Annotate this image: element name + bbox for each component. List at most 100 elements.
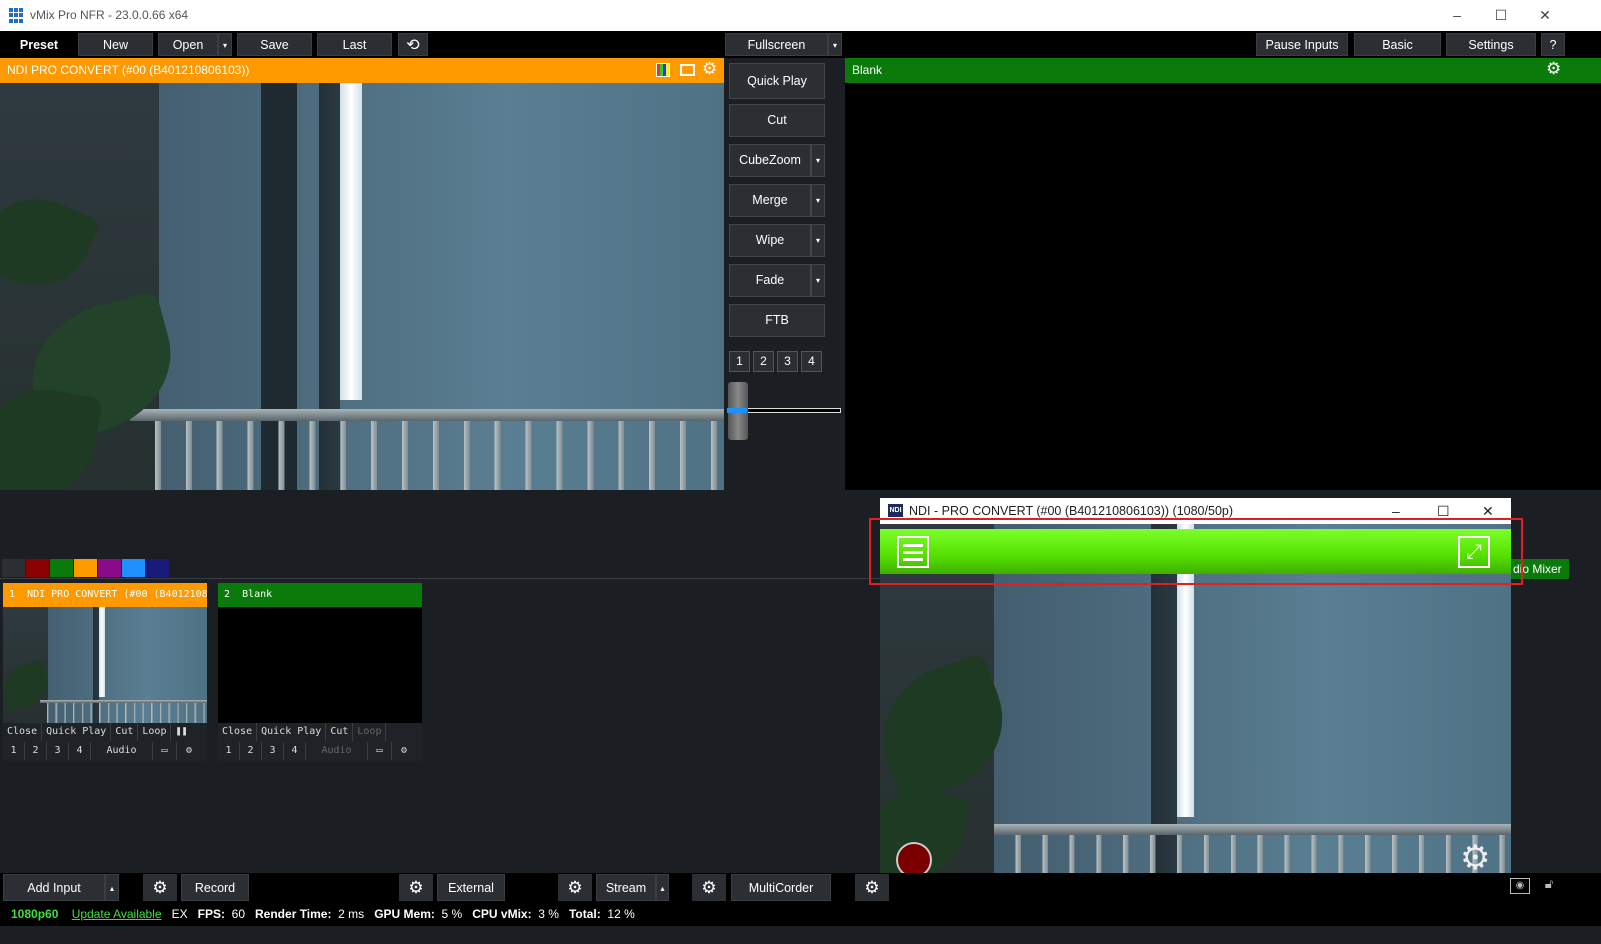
record-button[interactable]: Record	[181, 874, 249, 901]
help-button[interactable]: ?	[1541, 33, 1565, 56]
fade-button[interactable]: Fade	[729, 264, 811, 297]
close-button[interactable]: ✕	[1531, 4, 1559, 26]
program-gear-icon[interactable]: ⚙	[1546, 59, 1561, 79]
external-gear-icon[interactable]: ⚙	[399, 874, 433, 901]
input-1-buttons: Close Quick Play Cut Loop ❚❚	[3, 723, 207, 741]
cubezoom-dropdown[interactable]: ▾	[811, 144, 825, 177]
input-2-slot-3[interactable]: 3	[262, 742, 284, 760]
overlay-icon[interactable]	[680, 64, 695, 76]
swatch-red[interactable]	[26, 559, 49, 577]
preset-button[interactable]: Preset	[2, 33, 76, 56]
open-dropdown-button[interactable]: ▾	[218, 33, 232, 56]
program-header: Blank	[845, 58, 1601, 83]
minimize-button[interactable]: –	[1443, 4, 1471, 26]
input-tile-1[interactable]: 1 NDI PRO CONVERT (#00 (B401210806103)) …	[3, 583, 207, 761]
input-2-header[interactable]: 2 Blank	[218, 583, 422, 607]
input-1-gear-icon[interactable]: ⚙	[177, 742, 201, 760]
extra-gear-icon[interactable]: ⚙	[855, 874, 889, 901]
input-1-quickplay-button[interactable]: Quick Play	[42, 723, 112, 741]
input-2-cut-button[interactable]: Cut	[326, 723, 354, 741]
ndi-logo-icon: NDI	[888, 504, 903, 517]
ndi-settings-gear-icon[interactable]: ⚙	[1460, 838, 1490, 878]
cubezoom-button[interactable]: CubeZoom	[729, 144, 811, 177]
transition-2-button[interactable]: 2	[753, 351, 774, 372]
input-1-audio-button[interactable]: Audio	[91, 742, 153, 760]
cpu-vmix-label: CPU vMix:	[472, 907, 532, 921]
external-button[interactable]: External	[437, 874, 505, 901]
stream-dropdown[interactable]: ▴	[656, 874, 669, 901]
quick-play-button[interactable]: Quick Play	[729, 63, 825, 99]
status-format: 1080p60	[11, 907, 59, 921]
input-1-close-button[interactable]: Close	[3, 723, 43, 741]
swatch-green[interactable]	[50, 559, 73, 577]
merge-dropdown[interactable]: ▾	[811, 184, 825, 217]
input-1-loop-button[interactable]: Loop	[138, 723, 172, 741]
preview-gear-icon[interactable]: ⚙	[702, 59, 717, 79]
save-button[interactable]: Save	[237, 33, 312, 56]
ftb-button[interactable]: FTB	[729, 304, 825, 337]
total-label: Total:	[568, 907, 601, 921]
input-2-slot-4[interactable]: 4	[284, 742, 306, 760]
wipe-dropdown[interactable]: ▾	[811, 224, 825, 257]
add-input-button[interactable]: Add Input	[3, 874, 105, 901]
add-input-dropdown[interactable]: ▴	[105, 874, 119, 901]
stream-button[interactable]: Stream	[596, 874, 656, 901]
input-2-loop-button: Loop	[353, 723, 387, 741]
pause-inputs-button[interactable]: Pause Inputs	[1256, 33, 1348, 56]
swatch-blue[interactable]	[122, 559, 145, 577]
input-2-thumbnail[interactable]	[218, 607, 422, 723]
settings-button[interactable]: Settings	[1446, 33, 1536, 56]
status-ex: EX	[171, 907, 188, 921]
snapshot-icon[interactable]: ◉	[1510, 878, 1530, 894]
transition-4-button[interactable]: 4	[801, 351, 822, 372]
divider	[0, 578, 880, 579]
basic-button[interactable]: Basic	[1354, 33, 1441, 56]
program-title: Blank	[852, 63, 883, 77]
input-2-close-button[interactable]: Close	[218, 723, 258, 741]
input-1-monitor-icon[interactable]: ▭	[153, 742, 177, 760]
input-2-slot-1[interactable]: 1	[218, 742, 240, 760]
new-button[interactable]: New	[78, 33, 153, 56]
input-1-slot-3[interactable]: 3	[47, 742, 69, 760]
input-2-audio-button: Audio	[306, 742, 368, 760]
swatch-navy[interactable]	[146, 559, 169, 577]
input-2-slot-2[interactable]: 2	[240, 742, 262, 760]
multicorder-gear-icon[interactable]: ⚙	[692, 874, 726, 901]
input-2-quickplay-button[interactable]: Quick Play	[257, 723, 327, 741]
merge-button[interactable]: Merge	[729, 184, 811, 217]
input-2-gear-icon[interactable]: ⚙	[392, 742, 416, 760]
input-2-monitor-icon[interactable]: ▭	[368, 742, 392, 760]
last-button[interactable]: Last	[317, 33, 392, 56]
input-1-slot-4[interactable]: 4	[69, 742, 91, 760]
fullscreen-dropdown-button[interactable]: ▾	[828, 33, 842, 56]
cut-button[interactable]: Cut	[729, 104, 825, 137]
fullscreen-button[interactable]: Fullscreen	[725, 33, 828, 56]
transition-3-button[interactable]: 3	[777, 351, 798, 372]
update-available-link[interactable]: Update Available	[72, 907, 162, 921]
input-1-header[interactable]: 1 NDI PRO CONVERT (#00 (B401210806103))	[3, 583, 207, 607]
record-gear-icon[interactable]: ⚙	[143, 874, 177, 901]
input-1-slot-2[interactable]: 2	[25, 742, 47, 760]
swatch-none[interactable]	[2, 559, 25, 577]
lock-icon[interactable]: 🔓︎	[1540, 876, 1558, 894]
fade-dropdown[interactable]: ▾	[811, 264, 825, 297]
open-button[interactable]: Open	[158, 33, 218, 56]
fps-label: FPS:	[197, 907, 225, 921]
reset-icon[interactable]: ⟲	[398, 33, 428, 56]
swatch-purple[interactable]	[98, 559, 121, 577]
title-bar: vMix Pro NFR - 23.0.0.66 x64 – ☐ ✕	[0, 0, 1601, 31]
preview-header: NDI PRO CONVERT (#00 (B401210806103))	[0, 58, 724, 83]
multicorder-button[interactable]: MultiCorder	[731, 874, 831, 901]
maximize-button[interactable]: ☐	[1487, 4, 1515, 26]
input-1-thumbnail[interactable]	[3, 607, 207, 723]
stream-gear-icon[interactable]: ⚙	[558, 874, 592, 901]
input-tile-2[interactable]: 2 Blank Close Quick Play Cut Loop 1 2 3 …	[218, 583, 422, 761]
color-bars-icon[interactable]	[656, 63, 670, 77]
input-1-slot-1[interactable]: 1	[3, 742, 25, 760]
wipe-button[interactable]: Wipe	[729, 224, 811, 257]
transition-1-button[interactable]: 1	[729, 351, 750, 372]
swatch-orange[interactable]	[74, 559, 97, 577]
input-1-pause-icon[interactable]: ❚❚	[171, 723, 192, 741]
input-1-cut-button[interactable]: Cut	[111, 723, 139, 741]
highlight-box	[869, 518, 1523, 585]
